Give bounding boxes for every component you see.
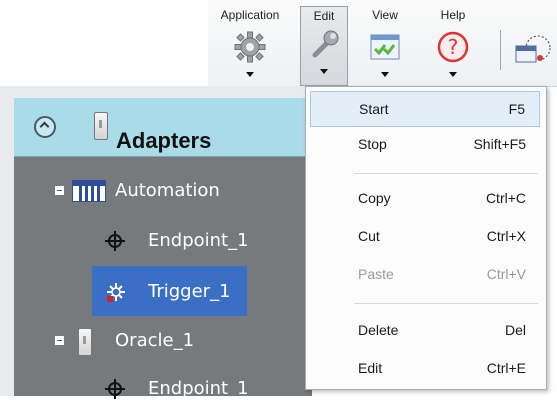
menu-item-shortcut: Ctrl+C [485, 190, 526, 206]
chevron-down-icon [449, 72, 457, 77]
menu-item-label: Start [359, 101, 389, 117]
menu-separator [354, 303, 538, 304]
application-label: Application [220, 8, 280, 22]
wrench-icon [307, 27, 341, 65]
toolbar-separator [500, 30, 501, 70]
menu-item-shortcut: Del [504, 322, 526, 338]
help-icon: ? [436, 30, 470, 68]
menu-item-shortcut: F5 [508, 101, 525, 117]
menu-item-label: Delete [358, 322, 399, 338]
menu-item-label: Paste [358, 266, 394, 282]
trigger-icon [104, 280, 128, 308]
menu-item-shortcut: Shift+F5 [473, 136, 526, 152]
help-label: Help [440, 8, 466, 22]
menu-item-shortcut: Ctrl+X [486, 228, 526, 244]
tree-item-oracle[interactable]: Oracle_1 [115, 330, 194, 351]
endpoint-icon [104, 230, 126, 256]
collapse-node-icon[interactable] [55, 186, 64, 195]
menu-item-label: Copy [358, 190, 391, 206]
edit-label: Edit [313, 9, 335, 23]
collapse-up-icon[interactable] [34, 116, 56, 138]
menu-item-shortcut: Ctrl+V [486, 266, 526, 282]
view-menu-button[interactable]: View [360, 8, 410, 86]
view-window-icon [368, 30, 402, 68]
menu-item-label: Stop [358, 136, 387, 152]
tree-item-automation[interactable]: Automation [115, 180, 220, 201]
adapter-device-icon [94, 112, 108, 140]
chevron-down-icon [320, 69, 328, 74]
menu-item-cut[interactable]: Cut Ctrl+X [310, 219, 540, 255]
application-menu-button[interactable]: Application [208, 8, 292, 86]
calendar-clock-icon [510, 34, 554, 72]
collapse-node-icon[interactable] [55, 336, 64, 345]
oracle-device-icon [78, 328, 92, 356]
view-label: View [372, 8, 398, 22]
menu-separator [354, 173, 538, 174]
help-menu-button[interactable]: Help ? [422, 8, 484, 86]
svg-text:?: ? [448, 35, 459, 59]
adapters-title: Adapters [116, 128, 212, 153]
menu-item-shortcut: Ctrl+E [486, 360, 526, 376]
main-toolbar: Application Edit View Help ? [208, 0, 557, 87]
edit-menu-button[interactable]: Edit [300, 6, 348, 86]
calendar-button[interactable] [506, 8, 557, 86]
tree-item-endpoint[interactable]: Endpoint_1 [148, 230, 249, 251]
chevron-down-icon [381, 72, 389, 77]
tree-item-trigger[interactable]: Trigger_1 [148, 281, 231, 302]
menu-item-start[interactable]: Start F5 [310, 91, 540, 127]
menu-item-label: Edit [358, 360, 383, 376]
chevron-down-icon [246, 72, 254, 77]
gear-icon [233, 30, 267, 68]
menu-item-delete[interactable]: Delete Del [310, 313, 540, 349]
automation-icon [72, 180, 106, 202]
edit-dropdown-menu: Start F5 Stop Shift+F5 Copy Ctrl+C Cut C… [305, 86, 547, 390]
menu-item-paste: Paste Ctrl+V [310, 257, 540, 293]
menu-item-label: Cut [358, 228, 380, 244]
menu-item-edit[interactable]: Edit Ctrl+E [310, 351, 540, 387]
menu-item-copy[interactable]: Copy Ctrl+C [310, 181, 540, 217]
endpoint-icon [104, 378, 126, 404]
menu-item-stop[interactable]: Stop Shift+F5 [310, 127, 540, 163]
